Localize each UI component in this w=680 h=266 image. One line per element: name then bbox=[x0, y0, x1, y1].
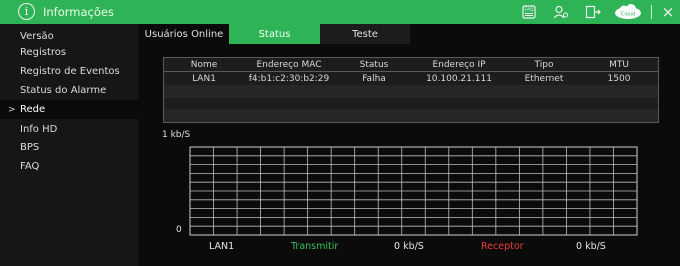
chart-grid bbox=[189, 146, 638, 236]
legend-transmit-value: 0 kb/S bbox=[394, 241, 424, 252]
legend-receive-value: 0 kb/S bbox=[576, 241, 606, 252]
legend-interface: LAN1 bbox=[209, 241, 235, 252]
legend-transmit-label: Transmitir bbox=[291, 241, 339, 252]
legend-receive-label: Receptor bbox=[481, 241, 524, 252]
bandwidth-chart bbox=[189, 146, 638, 236]
